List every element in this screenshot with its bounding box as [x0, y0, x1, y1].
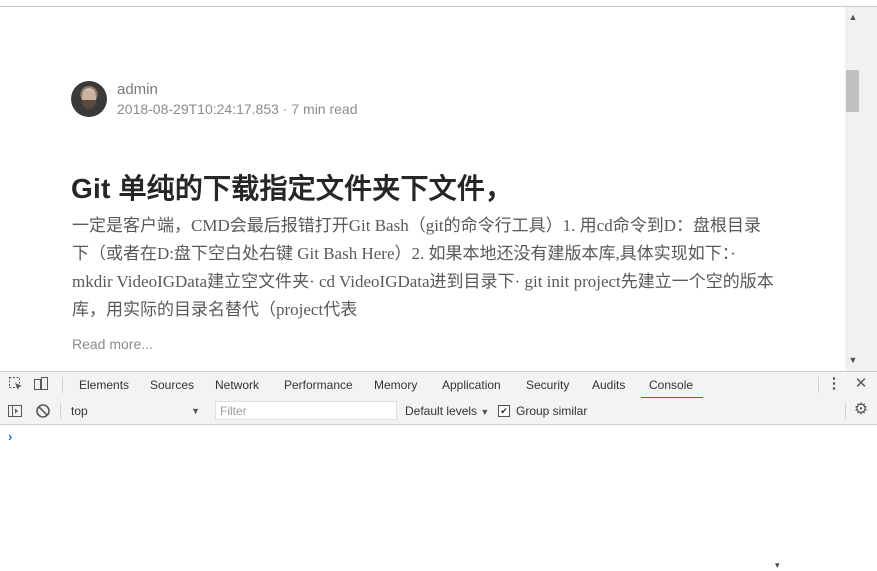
chevron-down-icon: ▼ — [480, 407, 490, 417]
post-title[interactable]: Git 单纯的下载指定文件夹下文件， — [71, 167, 513, 207]
console-prompt: › — [8, 429, 13, 444]
scroll-down-arrow-icon[interactable]: ▼ — [845, 352, 861, 368]
read-more-link[interactable]: Read more... — [72, 336, 153, 352]
tabbar-divider — [62, 377, 63, 393]
tab-application[interactable]: Application — [442, 372, 501, 398]
mouse-cursor-icon: ▾ — [775, 560, 780, 570]
tab-memory[interactable]: Memory — [374, 372, 417, 398]
page-viewport: admin 2018-08-29T10:24:17.853 · 7 min re… — [0, 7, 845, 371]
devtools-panel: Elements Sources Network Performance Mem… — [0, 371, 877, 570]
chevron-down-icon: ▼ — [191, 406, 200, 416]
console-toolbar-divider — [60, 403, 61, 419]
page-scrollbar[interactable]: ▲ ▼ — [845, 7, 877, 371]
avatar[interactable] — [71, 81, 107, 117]
tab-audits[interactable]: Audits — [592, 372, 625, 398]
group-similar-checkbox[interactable]: ✔ — [498, 405, 510, 417]
device-toolbar-icon[interactable] — [33, 376, 49, 392]
gear-icon[interactable]: ⚙ — [853, 402, 869, 418]
console-sidebar-icon[interactable] — [7, 403, 23, 419]
tab-sources[interactable]: Sources — [150, 372, 194, 398]
log-levels-dropdown[interactable]: Default levels ▼ — [405, 398, 489, 424]
author-name[interactable]: admin — [117, 81, 158, 98]
log-levels-label: Default levels — [405, 404, 478, 418]
tabbar-divider-right — [818, 377, 819, 393]
more-vert-icon[interactable]: ⋮ — [826, 376, 842, 392]
console-toolbar-divider-right — [845, 403, 846, 419]
tab-performance[interactable]: Performance — [284, 372, 353, 398]
post-meta: 2018-08-29T10:24:17.853 · 7 min read — [117, 101, 358, 117]
tab-network[interactable]: Network — [215, 372, 259, 398]
group-similar-label[interactable]: Group similar — [516, 398, 587, 424]
context-select-value: top — [71, 404, 88, 418]
scroll-up-arrow-icon[interactable]: ▲ — [845, 9, 861, 25]
clear-console-icon[interactable] — [35, 403, 51, 419]
console-filter-input[interactable] — [215, 401, 397, 420]
console-toolbar: top ▼ Default levels ▼ ✔ Group similar ⚙ — [0, 398, 877, 425]
tab-console[interactable]: Console — [640, 372, 704, 399]
avatar-beard — [82, 100, 96, 109]
post-excerpt: 一定是客户端，CMD会最后报错打开Git Bash（git的命令行工具）1. 用… — [72, 216, 774, 319]
console-output[interactable]: › ▾ — [0, 425, 877, 570]
inspect-element-icon[interactable] — [8, 376, 24, 392]
tab-elements[interactable]: Elements — [79, 372, 129, 398]
scroll-thumb[interactable] — [846, 70, 859, 112]
context-select[interactable]: top ▼ — [66, 401, 206, 421]
devtools-tabbar: Elements Sources Network Performance Mem… — [0, 371, 877, 399]
close-icon[interactable]: ✕ — [853, 376, 869, 392]
tab-security[interactable]: Security — [526, 372, 569, 398]
